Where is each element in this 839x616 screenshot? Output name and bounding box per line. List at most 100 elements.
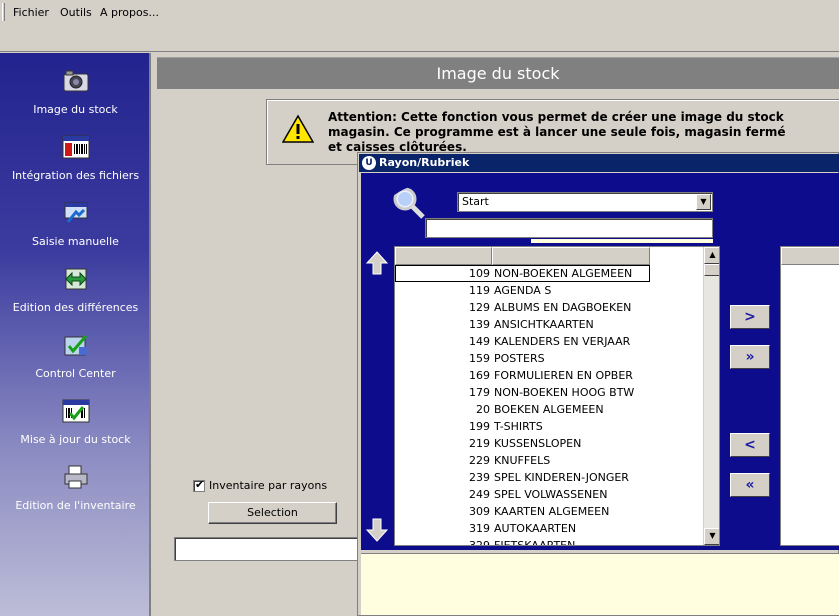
add-all-button[interactable]: » bbox=[730, 345, 770, 369]
list-item[interactable]: 319 AUTOKAARTEN bbox=[395, 520, 650, 537]
manual-entry-icon bbox=[64, 202, 87, 223]
scroll-thumb[interactable] bbox=[704, 264, 719, 276]
sidebar-item-label: Edition de l'inventaire bbox=[15, 499, 136, 512]
list-item-code: 20 bbox=[476, 403, 490, 416]
list-item[interactable]: 119 AGENDA S bbox=[395, 282, 650, 299]
list-item[interactable]: 249 SPEL VOLWASSENEN bbox=[395, 486, 650, 503]
list-item-label: NON-BOEKEN HOOG BTW bbox=[494, 386, 635, 399]
remove-all-button[interactable]: « bbox=[730, 473, 770, 497]
warning-icon bbox=[282, 114, 314, 143]
available-rayons-list[interactable]: 109 NON-BOEKEN ALGEMEEN 119 AGENDA S 129 ALBU… bbox=[394, 246, 720, 546]
list-item[interactable]: 20 BOEKEN ALGEMEEN bbox=[395, 401, 650, 418]
start-dropdown[interactable]: Start ▼ bbox=[457, 192, 713, 212]
arrow-down-icon[interactable] bbox=[365, 517, 389, 543]
list-item-code: 219 bbox=[469, 437, 490, 450]
list-item-label: SPEL KINDEREN-JONGER bbox=[494, 471, 629, 484]
list-item-code: 329 bbox=[469, 539, 490, 546]
list-rows: 109 NON-BOEKEN ALGEMEEN 119 AGENDA S 129 ALBU… bbox=[395, 265, 650, 546]
list-item[interactable]: 179 NON-BOEKEN HOOG BTW bbox=[395, 384, 650, 401]
list-item-label: KUSSENSLOPEN bbox=[494, 437, 582, 450]
differences-icon bbox=[64, 268, 87, 290]
sidebar-item-label: Control Center bbox=[35, 367, 116, 380]
list-item[interactable]: 109 NON-BOEKEN ALGEMEEN bbox=[395, 265, 650, 282]
checkbox-label: Inventaire par rayons bbox=[209, 479, 328, 492]
printer-icon bbox=[64, 465, 87, 489]
inventaire-par-rayons-checkbox[interactable]: ✔ Inventaire par rayons bbox=[193, 478, 328, 492]
list-item-label: FIETSKAARTEN bbox=[494, 539, 576, 546]
list-item-label: NON-BOEKEN ALGEMEEN bbox=[494, 267, 633, 280]
list-item[interactable]: 139 ANSICHTKAARTEN bbox=[395, 316, 650, 333]
list-item-label: T-SHIRTS bbox=[494, 420, 543, 433]
list-item-label: ALBUMS EN DAGBOEKEN bbox=[494, 301, 632, 314]
check-mark-icon: ✔ bbox=[195, 478, 205, 491]
menu-fichier[interactable]: Fichier bbox=[13, 6, 49, 19]
list-item-code: 229 bbox=[469, 454, 490, 467]
sidebar-item-integration[interactable]: Intégration des fichiers bbox=[0, 134, 151, 182]
list-item-code: 159 bbox=[469, 352, 490, 365]
sidebar-item-edition-inventaire[interactable]: Edition de l'inventaire bbox=[0, 464, 151, 512]
list-item-label: AUTOKAARTEN bbox=[494, 522, 577, 535]
input-underline-highlight bbox=[531, 239, 713, 243]
list-item-code: 109 bbox=[469, 267, 490, 280]
sidebar-item-control-center[interactable]: Control Center bbox=[0, 332, 151, 380]
list-item-label: AGENDA S bbox=[494, 284, 552, 297]
list-item[interactable]: 169 FORMULIEREN EN OPBER bbox=[395, 367, 650, 384]
list-item[interactable]: 329 FIETSKAARTEN bbox=[395, 537, 650, 546]
sidebar: Image du stock Intégration des fichiers … bbox=[0, 53, 151, 616]
sidebar-item-saisie-manuelle[interactable]: Saisie manuelle bbox=[0, 200, 151, 248]
selected-rayons-list[interactable] bbox=[780, 246, 839, 546]
arrow-up-icon[interactable] bbox=[365, 250, 389, 276]
start-dropdown-value: Start bbox=[462, 195, 489, 208]
list-header bbox=[395, 247, 650, 265]
add-one-button[interactable]: > bbox=[730, 305, 770, 329]
list-item-label: ANSICHTKAARTEN bbox=[494, 318, 594, 331]
sidebar-item-mise-a-jour[interactable]: Mise à jour du stock bbox=[0, 398, 151, 446]
chevron-down-icon[interactable]: ▼ bbox=[696, 194, 711, 210]
list-item[interactable]: 129 ALBUMS EN DAGBOEKEN bbox=[395, 299, 650, 316]
sidebar-item-label: Edition des différences bbox=[12, 301, 139, 314]
camera-icon bbox=[63, 70, 88, 92]
checkbox-box[interactable]: ✔ bbox=[193, 478, 205, 492]
selection-button[interactable]: Selection bbox=[208, 502, 337, 524]
column-header-label[interactable] bbox=[492, 247, 650, 265]
barcode-import-icon bbox=[62, 135, 89, 159]
list-item-code: 129 bbox=[469, 301, 490, 314]
list-item[interactable]: 219 KUSSENSLOPEN bbox=[395, 435, 650, 452]
list-item[interactable]: 239 SPEL KINDEREN-JONGER bbox=[395, 469, 650, 486]
list-scrollbar[interactable]: ▲ ▼ bbox=[703, 247, 719, 545]
sidebar-item-image-du-stock[interactable]: Image du stock bbox=[0, 68, 151, 116]
stock-update-icon bbox=[62, 399, 89, 423]
list-item-code: 249 bbox=[469, 488, 490, 501]
list-item-label: SPEL VOLWASSENEN bbox=[494, 488, 608, 501]
list-item[interactable]: 309 KAARTEN ALGEMEEN bbox=[395, 503, 650, 520]
menu-outils[interactable]: Outils bbox=[60, 6, 92, 19]
list-item[interactable]: 159 POSTERS bbox=[395, 350, 650, 367]
app-icon: U bbox=[362, 156, 376, 170]
list-item-label: FORMULIEREN EN OPBER bbox=[494, 369, 633, 382]
list-item[interactable]: 199 T-SHIRTS bbox=[395, 418, 650, 435]
dialog-title-bar: U Rayon/Rubriek bbox=[359, 154, 839, 172]
menu-a-propos[interactable]: A propos... bbox=[100, 6, 159, 19]
list-item[interactable]: 149 KALENDERS EN VERJAAR bbox=[395, 333, 650, 350]
scroll-down-icon[interactable]: ▼ bbox=[704, 528, 719, 545]
status-field[interactable] bbox=[174, 537, 360, 561]
remove-one-button[interactable]: < bbox=[730, 433, 770, 457]
dialog-footer bbox=[361, 553, 839, 615]
warning-text: Attention: Cette fonction vous permet de… bbox=[328, 110, 786, 154]
selected-list-header bbox=[781, 247, 839, 265]
scroll-up-icon[interactable]: ▲ bbox=[704, 247, 719, 264]
menu-bar: Fichier Outils A propos... bbox=[0, 0, 839, 52]
list-item-code: 149 bbox=[469, 335, 490, 348]
sidebar-item-edition-differences[interactable]: Edition des différences bbox=[0, 266, 151, 314]
control-center-icon bbox=[64, 335, 87, 356]
list-item-code: 319 bbox=[469, 522, 490, 535]
list-item-label: KNUFFELS bbox=[494, 454, 551, 467]
list-item[interactable]: 229 KNUFFELS bbox=[395, 452, 650, 469]
sidebar-item-label: Intégration des fichiers bbox=[11, 169, 140, 182]
dialog-title: Rayon/Rubriek bbox=[379, 156, 470, 169]
search-input[interactable] bbox=[425, 218, 713, 238]
column-header-code[interactable] bbox=[395, 247, 492, 265]
list-item-code: 139 bbox=[469, 318, 490, 331]
list-item-code: 119 bbox=[469, 284, 490, 297]
sidebar-item-label: Mise à jour du stock bbox=[20, 433, 131, 446]
